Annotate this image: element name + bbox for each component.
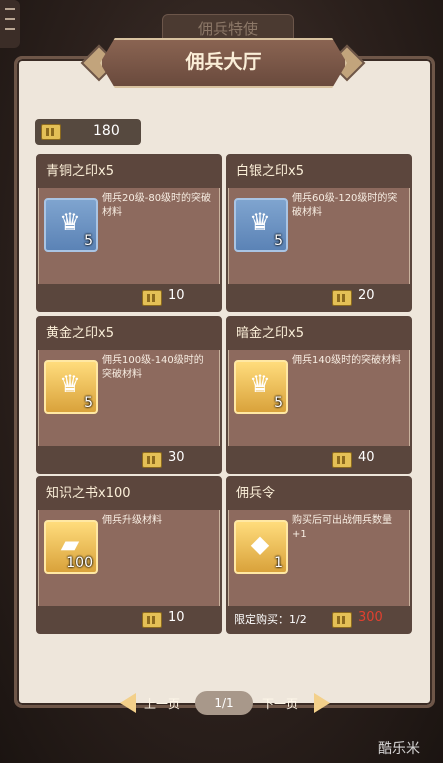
watermark: 酷乐米	[378, 741, 420, 757]
currency-amount: 180	[93, 123, 120, 139]
price-bar[interactable]: 限定购买：1/2 300	[228, 606, 410, 632]
item-count: 5	[84, 395, 93, 411]
item-frame: ▰ 100	[44, 520, 98, 574]
price-bar[interactable]: 30	[38, 446, 220, 472]
page-indicator: 1/1	[195, 691, 253, 715]
item-frame: ◆ 1	[234, 520, 288, 574]
mercenary-coin-icon	[142, 290, 162, 306]
item-name: 暗金之印x5	[228, 318, 410, 350]
price-bar[interactable]: 20	[228, 284, 410, 310]
silver-seal-icon: ♛	[249, 208, 271, 236]
item-frame: ♛ 5	[44, 198, 98, 252]
currency-display: 180	[35, 119, 141, 145]
mercenary-coin-icon	[332, 290, 352, 306]
menu-icon[interactable]	[0, 0, 20, 48]
item-description: 佣兵100级-140级时的突破材料	[102, 355, 204, 380]
prev-page-button[interactable]: 上一页	[144, 695, 180, 712]
purchase-limit: 限定购买：1/2	[234, 613, 307, 626]
shop-item-card[interactable]: 知识之书x100 ▰ 100 佣兵升级材料 10	[36, 476, 222, 634]
item-description: 佣兵20级-80级时的突破材料	[102, 193, 212, 218]
item-frame: ♛ 5	[234, 360, 288, 414]
price-bar[interactable]: 10	[38, 284, 220, 310]
mercenary-coin-icon	[41, 124, 61, 140]
item-count: 5	[84, 233, 93, 249]
shop-item-card[interactable]: 青铜之印x5 ♛ 5 佣兵20级-80级时的突破材料 10	[36, 154, 222, 312]
item-description: 佣兵140级时的突破材料	[292, 355, 402, 366]
mercenary-coin-icon	[142, 612, 162, 628]
item-count: 5	[274, 395, 283, 411]
item-count: 1	[274, 555, 283, 571]
dark-gold-seal-icon: ♛	[249, 370, 271, 398]
shop-item-card[interactable]: 黄金之印x5 ♛ 5 佣兵100级-140级时的突破材料 30	[36, 316, 222, 474]
next-page-button[interactable]: 下一页	[262, 695, 298, 712]
mercenary-coin-icon	[332, 612, 352, 628]
item-frame: ♛ 5	[44, 360, 98, 414]
item-price: 300	[358, 610, 383, 625]
bronze-seal-icon: ♛	[59, 208, 81, 236]
gold-seal-icon: ♛	[59, 370, 81, 398]
item-count: 5	[274, 233, 283, 249]
price-bar[interactable]: 40	[228, 446, 410, 472]
item-price: 40	[358, 450, 375, 465]
item-price: 20	[358, 288, 375, 303]
next-arrow-icon[interactable]	[314, 693, 330, 713]
shop-item-card[interactable]: 暗金之印x5 ♛ 5 佣兵140级时的突破材料 40	[226, 316, 412, 474]
mercenary-coin-icon	[142, 452, 162, 468]
mercenary-coin-icon	[332, 452, 352, 468]
price-bar[interactable]: 10	[38, 606, 220, 632]
mercenary-token-icon: ◆	[250, 530, 270, 558]
shop-item-card[interactable]: 佣兵令 ◆ 1 购买后可出战佣兵数量+1 限定购买：1/2 300	[226, 476, 412, 634]
item-name: 佣兵令	[228, 478, 410, 510]
pagination: 上一页 1/1 下一页	[120, 689, 330, 717]
shop-item-card[interactable]: 白银之印x5 ♛ 5 佣兵60级-120级时的突破材料 20	[226, 154, 412, 312]
item-name: 青铜之印x5	[38, 156, 220, 188]
prev-arrow-icon[interactable]	[120, 693, 136, 713]
item-count: 100	[66, 555, 93, 571]
item-price: 30	[168, 450, 185, 465]
item-description: 购买后可出战佣兵数量+1	[292, 515, 392, 540]
item-name: 知识之书x100	[38, 478, 220, 510]
item-price: 10	[168, 610, 185, 625]
item-description: 佣兵升级材料	[102, 515, 162, 526]
page-title: 佣兵大厅	[100, 38, 347, 88]
item-frame: ♛ 5	[234, 198, 288, 252]
item-name: 白银之印x5	[228, 156, 410, 188]
item-name: 黄金之印x5	[38, 318, 220, 350]
item-price: 10	[168, 288, 185, 303]
item-description: 佣兵60级-120级时的突破材料	[292, 193, 398, 218]
